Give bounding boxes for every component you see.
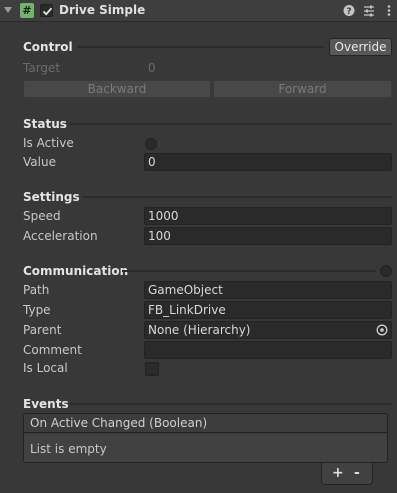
status-section-title: Status xyxy=(23,117,67,131)
remove-event-button[interactable]: - xyxy=(354,465,360,481)
foldout-arrow-icon[interactable] xyxy=(4,7,12,13)
add-event-button[interactable]: + xyxy=(332,465,344,481)
acceleration-field[interactable]: 100 xyxy=(144,227,392,245)
svg-text:?: ? xyxy=(346,7,351,17)
script-icon: # xyxy=(20,3,34,18)
is-active-indicator xyxy=(145,138,157,150)
event-list-empty-text: List is empty xyxy=(24,434,387,462)
is-local-checkbox[interactable] xyxy=(145,362,159,376)
unity-event-list: On Active Changed (Boolean) List is empt… xyxy=(23,413,388,463)
path-label: Path xyxy=(23,283,50,297)
section-divider xyxy=(83,196,392,198)
control-section-title: Control xyxy=(23,40,73,54)
connection-status-indicator xyxy=(380,265,392,277)
component-title: Drive Simple xyxy=(59,3,146,17)
comment-label: Comment xyxy=(23,343,82,357)
section-divider xyxy=(77,46,324,48)
communication-section-title: Communication xyxy=(23,264,129,278)
event-list-header: On Active Changed (Boolean) xyxy=(24,414,387,433)
value-label: Value xyxy=(23,155,56,169)
value-field[interactable]: 0 xyxy=(144,153,392,171)
section-divider xyxy=(122,270,376,272)
help-icon[interactable]: ? xyxy=(342,3,356,18)
override-button[interactable]: Override xyxy=(329,38,392,56)
is-active-label: Is Active xyxy=(23,136,74,150)
speed-field[interactable]: 1000 xyxy=(144,207,392,225)
parent-value: None (Hierarchy) xyxy=(148,323,251,337)
checkmark-icon xyxy=(42,7,53,16)
parent-label: Parent xyxy=(23,323,62,337)
section-divider xyxy=(70,403,392,405)
list-footer: + - xyxy=(321,463,373,485)
section-divider xyxy=(69,123,392,125)
backward-button: Backward xyxy=(23,80,211,98)
target-label: Target xyxy=(23,61,61,75)
settings-section-title: Settings xyxy=(23,190,80,204)
path-field[interactable]: GameObject xyxy=(144,281,392,299)
kebab-menu-icon[interactable] xyxy=(382,3,396,18)
presets-icon[interactable] xyxy=(362,3,376,18)
type-label: Type xyxy=(23,303,51,317)
component-enabled-checkbox[interactable] xyxy=(40,4,53,17)
is-local-label: Is Local xyxy=(23,361,68,375)
object-picker-icon[interactable] xyxy=(376,324,388,336)
speed-label: Speed xyxy=(23,209,61,223)
events-section-title: Events xyxy=(23,397,69,411)
parent-object-field[interactable]: None (Hierarchy) xyxy=(144,321,392,339)
component-header[interactable]: # Drive Simple ? xyxy=(0,0,397,22)
type-field[interactable]: FB_LinkDrive xyxy=(144,301,392,319)
target-field: 0 xyxy=(144,59,392,77)
acceleration-label: Acceleration xyxy=(23,229,98,243)
comment-field[interactable] xyxy=(144,341,392,359)
forward-button: Forward xyxy=(213,80,392,98)
